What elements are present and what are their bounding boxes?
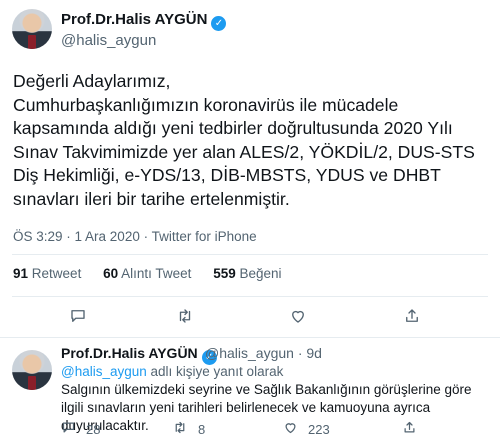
tweet-meta[interactable]: ÖS 3:29 · 1 Ara 2020 · Twitter for iPhon…	[13, 229, 257, 244]
reply-retweet-button[interactable]: 8	[172, 420, 205, 439]
author-name[interactable]: Prof.Dr.Halis AYGÜN ✓	[61, 11, 227, 31]
reply-share-button[interactable]	[402, 420, 427, 439]
engagement-stats: 91 Retweet 60 Alıntı Tweet 559 Beğeni	[13, 266, 300, 281]
reply-handle-time[interactable]: @halis_aygun · 9d	[205, 345, 322, 361]
avatar[interactable]	[12, 350, 52, 390]
comment-icon[interactable]	[63, 307, 93, 331]
verified-badge-icon: ✓	[211, 16, 227, 31]
reply-like-button[interactable]: 223	[283, 420, 330, 439]
heart-icon[interactable]	[283, 307, 313, 331]
divider	[0, 337, 500, 338]
replying-to-link[interactable]: @halis_aygun	[61, 364, 147, 379]
reply-actions: 28 8 223	[0, 420, 500, 440]
retweet-icon	[172, 421, 188, 439]
main-tweet: Prof.Dr.Halis AYGÜN ✓ @halis_aygun Değerl…	[0, 0, 500, 337]
heart-icon	[283, 422, 298, 439]
share-icon[interactable]	[397, 307, 427, 331]
replying-to: @halis_aygun adlı kişiye yanıt olarak	[61, 364, 284, 379]
author-handle[interactable]: @halis_aygun	[61, 32, 156, 49]
divider	[12, 254, 488, 255]
reply-author-name[interactable]: Prof.Dr.Halis AYGÜN ✓	[61, 345, 217, 365]
share-icon	[402, 421, 417, 439]
quotes-stat[interactable]: 60 Alıntı Tweet	[103, 266, 191, 281]
divider	[12, 296, 488, 297]
avatar[interactable]	[12, 9, 52, 49]
tweet-text: Değerli Adaylarımız, Cumhurbaşkanlığımız…	[13, 71, 475, 209]
likes-stat[interactable]: 559 Beğeni	[213, 266, 281, 281]
tweet-actions	[0, 307, 500, 331]
comment-icon	[61, 422, 76, 439]
retweets-stat[interactable]: 91 Retweet	[13, 266, 81, 281]
retweet-icon[interactable]	[170, 307, 200, 331]
reply-comment-button[interactable]: 28	[61, 420, 100, 439]
